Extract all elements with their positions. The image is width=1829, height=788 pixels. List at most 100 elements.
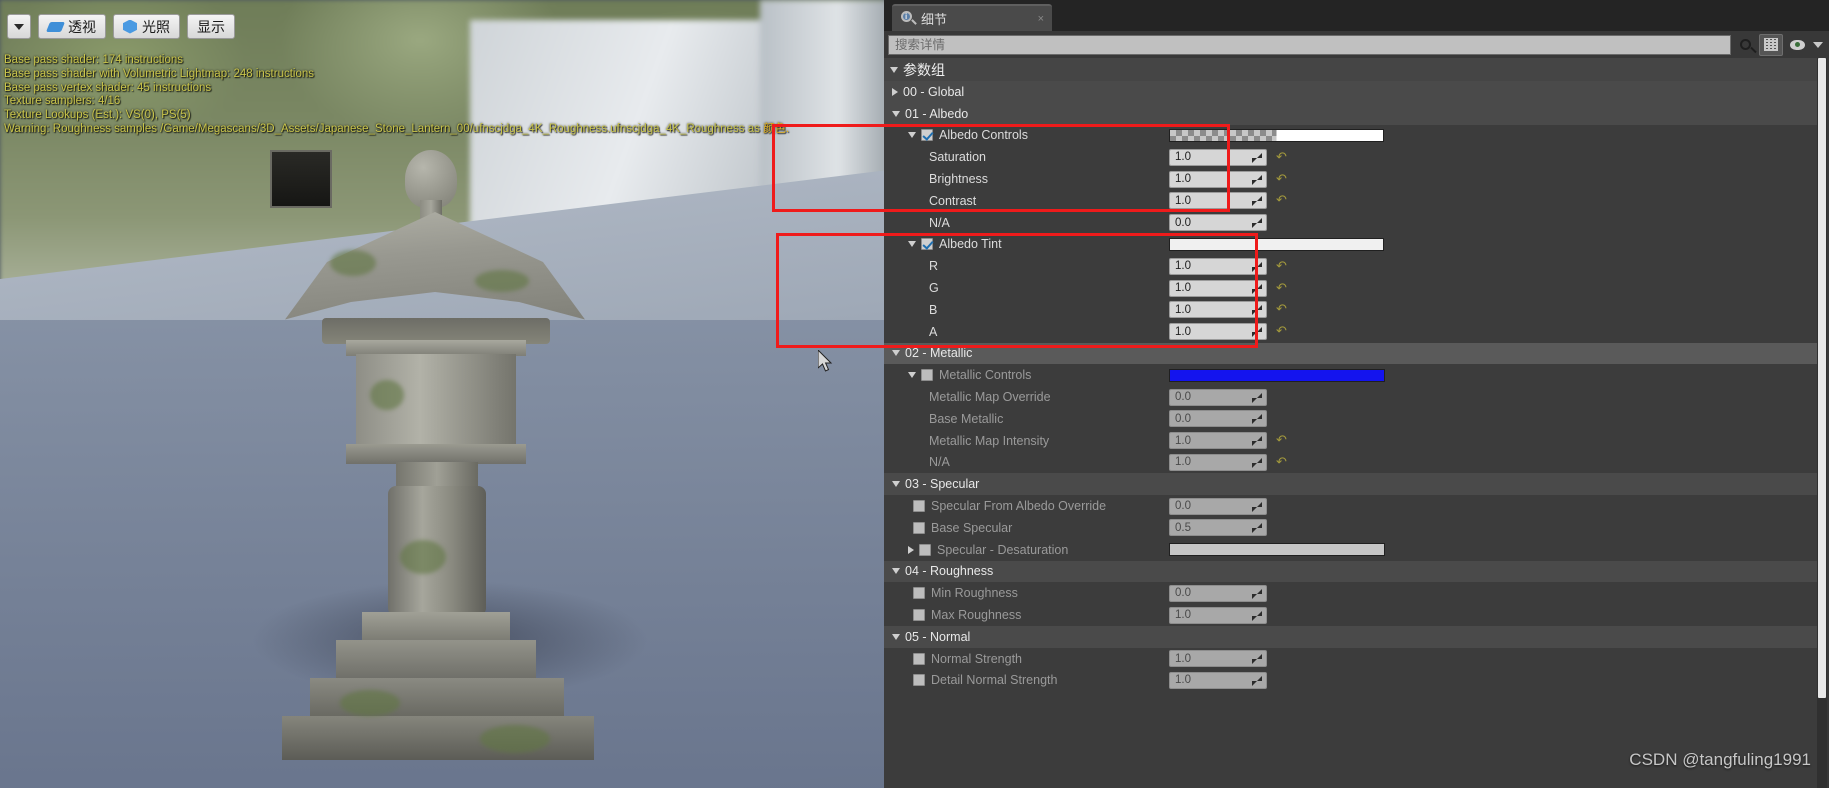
property-row-spec-from-albedo[interactable]: Specular From Albedo Override 0.0 [884,495,1817,517]
property-row-detail-normal[interactable]: Detail Normal Strength 1.0 [884,670,1817,692]
property-row-specular[interactable]: 03 - Specular [884,473,1817,496]
property-row-brightness[interactable]: Brightness 1.0 ↶ [884,168,1817,190]
property-row-roughness[interactable]: 04 - Roughness [884,560,1817,583]
viewport-toolbar[interactable]: 透视 光照 显示 [7,14,235,39]
chevron-right-icon[interactable] [908,545,914,554]
property-row-base-metallic[interactable]: Base Metallic 0.0 [884,408,1817,430]
number-field-spec-from-albedo[interactable]: 0.0 [1169,497,1267,515]
property-row-metallic-map-int[interactable]: Metallic Map Intensity 1.0 ↶ [884,430,1817,452]
property-row-metallic-na[interactable]: N/A 1.0 ↶ [884,452,1817,474]
number-field-albedo-na[interactable]: 0.0 [1169,214,1267,232]
property-row-normal[interactable]: 05 - Normal [884,625,1817,648]
reset-to-default-icon[interactable]: ↶ [1276,173,1287,186]
spinner-drag-handle-icon[interactable] [1252,675,1262,686]
number-field-brightness[interactable]: 1.0 [1169,170,1267,188]
reset-to-default-icon[interactable]: ↶ [1276,325,1287,338]
property-tree[interactable]: 参数组 00 - Global 01 - Albedo Albedo Control… [884,58,1817,788]
color-swatch-albedo-controls[interactable] [1169,128,1384,142]
property-row-contrast[interactable]: Contrast 1.0 ↶ [884,190,1817,212]
spinner-drag-handle-icon[interactable] [1252,218,1262,229]
checkbox-albedo-controls[interactable] [921,129,933,142]
spinner-drag-handle-icon[interactable] [1252,654,1262,665]
property-row-global[interactable]: 00 - Global [884,81,1817,103]
checkbox-albedo-tint[interactable] [921,238,933,251]
checkbox-normal-strength[interactable] [913,652,925,665]
spinner-drag-handle-icon[interactable] [1252,392,1262,403]
reset-to-default-icon[interactable]: ↶ [1276,194,1287,207]
color-swatch-metallic-controls[interactable] [1169,368,1385,382]
number-field-metallic-na[interactable]: 1.0 [1169,453,1267,471]
number-field-base-specular[interactable]: 0.5 [1169,519,1267,537]
number-field-detail-normal[interactable]: 1.0 [1169,671,1267,689]
property-row-albedo-tint[interactable]: Albedo Tint [884,234,1817,256]
property-row-tint-r[interactable]: R 1.0 ↶ [884,255,1817,277]
number-field-tint-a[interactable]: 1.0 [1169,323,1267,341]
viewport-options-button[interactable] [7,14,31,39]
property-row-tint-a[interactable]: A 1.0 ↶ [884,321,1817,343]
spinner-drag-handle-icon[interactable] [1252,327,1262,338]
number-field-normal-strength[interactable]: 1.0 [1169,650,1267,668]
property-row-min-roughness[interactable]: Min Roughness 0.0 [884,582,1817,604]
reset-to-default-icon[interactable]: ↶ [1276,456,1287,469]
spinner-drag-handle-icon[interactable] [1252,196,1262,207]
chevron-down-icon[interactable] [908,241,916,248]
spinner-drag-handle-icon[interactable] [1252,414,1262,425]
spinner-drag-handle-icon[interactable] [1252,152,1262,163]
property-row-metallic-map-ovr[interactable]: Metallic Map Override 0.0 [884,386,1817,408]
chevron-down-icon[interactable] [892,350,900,357]
property-row-saturation[interactable]: Saturation 1.0 ↶ [884,146,1817,168]
spinner-drag-handle-icon[interactable] [1252,588,1262,599]
checkbox-metallic-controls[interactable] [921,369,933,382]
spinner-drag-handle-icon[interactable] [1252,174,1262,185]
number-field-tint-r[interactable]: 1.0 [1169,257,1267,275]
chevron-down-icon[interactable] [892,568,900,575]
chevron-down-icon[interactable] [908,132,916,139]
search-icon[interactable] [1733,34,1757,56]
viewport-perspective-button[interactable]: 透视 [38,14,106,39]
spinner-drag-handle-icon[interactable] [1252,283,1262,294]
reset-to-default-icon[interactable]: ↶ [1276,434,1287,447]
number-field-metallic-map-ovr[interactable]: 0.0 [1169,388,1267,406]
chevron-down-icon[interactable] [890,66,898,73]
viewport-show-button[interactable]: 显示 [187,14,235,39]
checkbox-base-specular[interactable] [913,521,925,534]
eye-visibility-icon[interactable] [1785,34,1809,56]
checkbox-min-roughness[interactable] [913,587,925,600]
reset-to-default-icon[interactable]: ↶ [1276,260,1287,273]
checkbox-max-roughness[interactable] [913,609,925,622]
reset-to-default-icon[interactable]: ↶ [1276,303,1287,316]
details-scrollbar[interactable] [1817,58,1827,788]
property-row-albedo-controls[interactable]: Albedo Controls [884,125,1817,147]
property-row-tint-g[interactable]: G 1.0 ↶ [884,277,1817,299]
spinner-drag-handle-icon[interactable] [1252,305,1262,316]
spinner-drag-handle-icon[interactable] [1252,610,1262,621]
number-field-min-roughness[interactable]: 0.0 [1169,584,1267,602]
checkbox-detail-normal[interactable] [913,674,925,687]
spinner-drag-handle-icon[interactable] [1252,261,1262,272]
number-field-saturation[interactable]: 1.0 [1169,148,1267,166]
property-row-metallic-controls[interactable]: Metallic Controls [884,364,1817,386]
color-swatch-albedo-tint[interactable] [1169,237,1384,251]
number-field-tint-g[interactable]: 1.0 [1169,279,1267,297]
chevron-right-icon[interactable] [892,87,898,96]
number-field-base-metallic[interactable]: 0.0 [1169,410,1267,428]
property-row-tint-b[interactable]: B 1.0 ↶ [884,299,1817,321]
chevron-down-icon[interactable] [892,110,900,117]
scrollbar-thumb[interactable] [1818,58,1826,698]
property-row-spec-desaturation[interactable]: Specular - Desaturation [884,539,1817,561]
number-field-max-roughness[interactable]: 1.0 [1169,606,1267,624]
spinner-drag-handle-icon[interactable] [1252,501,1262,512]
number-field-metallic-map-int[interactable]: 1.0 [1169,432,1267,450]
search-input[interactable] [888,34,1731,55]
tab-details[interactable]: i 细节 × [892,4,1052,31]
reset-to-default-icon[interactable]: ↶ [1276,282,1287,295]
chevron-down-icon[interactable] [892,481,900,488]
number-field-contrast[interactable]: 1.0 [1169,192,1267,210]
grid-view-icon[interactable] [1759,33,1783,56]
property-row-max-roughness[interactable]: Max Roughness 1.0 [884,604,1817,626]
stone-lantern-mesh[interactable] [270,150,610,760]
3d-viewport[interactable]: 透视 光照 显示 Base pass shader: 174 instructi… [0,0,884,788]
reset-to-default-icon[interactable]: ↶ [1276,151,1287,164]
chevron-down-icon[interactable] [1811,34,1825,56]
property-row-albedo[interactable]: 01 - Albedo [884,102,1817,125]
